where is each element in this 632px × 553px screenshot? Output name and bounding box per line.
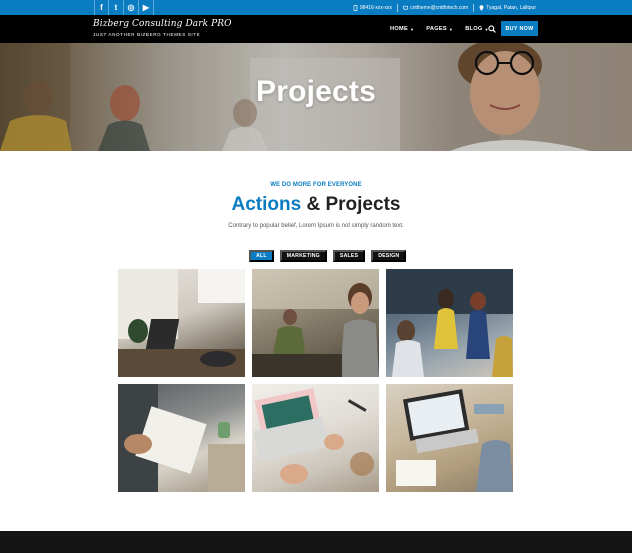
facebook-icon[interactable]: f: [94, 0, 109, 15]
project-photo: [386, 269, 513, 377]
project-photo: [118, 384, 245, 492]
nav-item-label: PAGES: [426, 26, 447, 32]
site-footer: [0, 531, 632, 553]
section-headline: Actions & Projects: [0, 194, 632, 216]
project-image-newspaper[interactable]: [118, 384, 245, 492]
nav-item-home[interactable]: HOME ▼: [390, 26, 414, 32]
divider: [473, 3, 475, 12]
filter-design[interactable]: DESIGN: [371, 250, 407, 262]
twitter-icon[interactable]: t: [109, 0, 124, 15]
chat-icon: [403, 5, 409, 10]
phone-text: 98416-xxx-xxx: [359, 4, 393, 11]
top-bar: f t ◎ ▶ 98416-xxx-xxx cnttheme@cnttfotec…: [0, 0, 632, 15]
filter-marketing[interactable]: MARKETING: [279, 250, 327, 262]
buy-now-button[interactable]: BUY NOW: [501, 21, 538, 36]
project-photo: [253, 388, 374, 484]
project-image-team-meeting[interactable]: [386, 269, 513, 377]
project-image-team-office[interactable]: [252, 269, 379, 377]
instagram-icon[interactable]: ◎: [124, 0, 139, 15]
filter-all[interactable]: ALL: [249, 250, 274, 262]
main-nav: HOME ▼ PAGES ▼ BLOG ▼: [390, 15, 489, 43]
project-image-laptop-notebook[interactable]: [386, 384, 513, 492]
headline-rest: & Projects: [306, 194, 401, 215]
chevron-down-icon: ▼: [409, 26, 415, 32]
site-title[interactable]: Bizberg Consulting Dark PRO: [93, 19, 232, 29]
youtube-icon[interactable]: ▶: [139, 0, 154, 15]
email-item[interactable]: cnttheme@cnttfotech.com: [403, 5, 468, 11]
page-title: Projects: [256, 75, 376, 108]
project-filters: ALL MARKETING SALES DESIGN: [249, 250, 407, 262]
address-item: Tyagal, Patan, Lalitpur: [479, 5, 536, 11]
nav-item-label: BLOG: [465, 26, 483, 32]
chevron-down-icon: ▼: [448, 26, 454, 32]
location-pin-icon: [479, 4, 484, 11]
email-text[interactable]: cnttheme@cnttfotech.com: [410, 5, 468, 11]
nav-item-blog[interactable]: BLOG ▼: [465, 26, 489, 32]
nav-item-pages[interactable]: PAGES ▼: [426, 26, 453, 32]
nav-item-label: HOME: [390, 26, 408, 32]
project-photo: [118, 269, 245, 377]
section-subtitle: Contrary to popular belief, Lorem Ipsum …: [228, 223, 404, 229]
section-eyebrow: WE DO MORE FOR EVERYONE: [270, 182, 362, 188]
project-photo: [252, 269, 379, 377]
search-icon[interactable]: [488, 25, 496, 33]
phone-icon: [353, 4, 358, 11]
project-image-laptop-design[interactable]: [252, 384, 379, 492]
site-tagline: JUST ANOTHER BIZBERG THEMES SITE: [93, 32, 201, 37]
filter-sales[interactable]: SALES: [332, 250, 366, 262]
hero-banner: Projects: [0, 43, 632, 151]
headline-accent: Actions: [231, 194, 302, 215]
project-image-laptop-desk[interactable]: [118, 269, 245, 377]
contact-info: 98416-xxx-xxx cnttheme@cnttfotech.com Ty…: [353, 0, 536, 15]
divider: [397, 3, 399, 12]
social-links: f t ◎ ▶: [94, 0, 154, 15]
phone-item: 98416-xxx-xxx: [353, 4, 393, 11]
project-photo: [396, 389, 513, 492]
address-text: Tyagal, Patan, Lalitpur: [486, 4, 536, 11]
site-header: Bizberg Consulting Dark PRO JUST ANOTHER…: [0, 15, 632, 43]
